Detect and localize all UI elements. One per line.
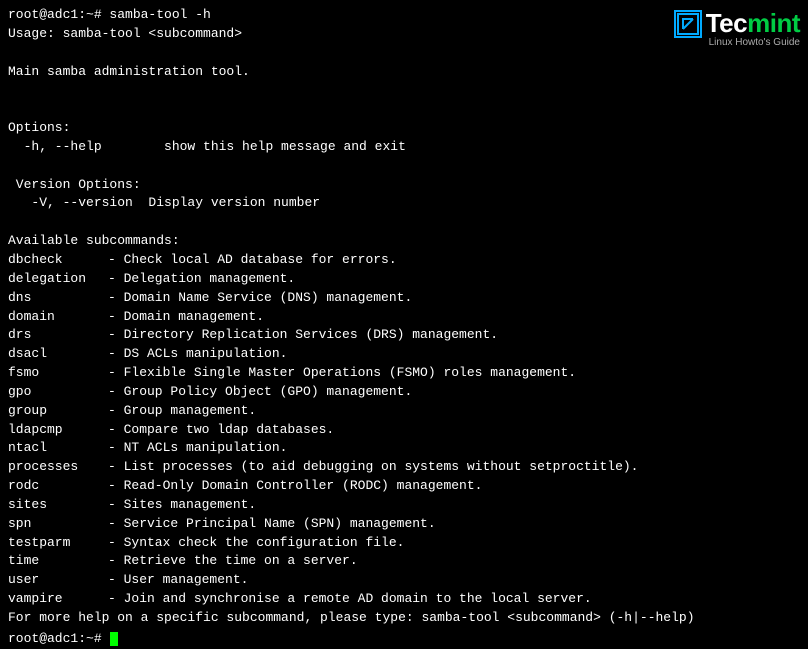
subcommand-desc: - Domain management.: [108, 308, 264, 327]
list-item: gpo - Group Policy Object (GPO) manageme…: [8, 383, 800, 402]
list-item: group - Group management.: [8, 402, 800, 421]
version-header: Version Options:: [8, 176, 800, 195]
subcommand-name: dbcheck: [8, 251, 108, 270]
list-item: domain - Domain management.: [8, 308, 800, 327]
subcommand-desc: - Delegation management.: [108, 270, 295, 289]
list-item: fsmo - Flexible Single Master Operations…: [8, 364, 800, 383]
version-option: -V, --version Display version number: [8, 194, 800, 213]
subcommand-desc: - Domain Name Service (DNS) management.: [108, 289, 412, 308]
option-help: -h, --help show this help message and ex…: [8, 138, 800, 157]
logo-icon: [674, 10, 702, 38]
list-item: sites - Sites management.: [8, 496, 800, 515]
subcommand-name: ntacl: [8, 439, 108, 458]
subcommand-desc: - Flexible Single Master Operations (FSM…: [108, 364, 576, 383]
list-item: time - Retrieve the time on a server.: [8, 552, 800, 571]
subcommand-desc: - Sites management.: [108, 496, 256, 515]
list-item: vampire - Join and synchronise a remote …: [8, 590, 800, 609]
subcommand-desc: - Group management.: [108, 402, 256, 421]
subcommand-name: spn: [8, 515, 108, 534]
blank-4: [8, 157, 800, 176]
subcommand-name: testparm: [8, 534, 108, 553]
subcommand-desc: - Directory Replication Services (DRS) m…: [108, 326, 498, 345]
subcommand-name: time: [8, 552, 108, 571]
prompt-line-2: root@adc1:~#: [8, 630, 800, 649]
list-item: testparm - Syntax check the configuratio…: [8, 534, 800, 553]
subcommand-name: delegation: [8, 270, 108, 289]
blank-5: [8, 213, 800, 232]
logo-subtitle: Linux Howto's Guide: [709, 37, 800, 48]
subcommand-desc: - Syntax check the configuration file.: [108, 534, 404, 553]
prompt-text-2: root@adc1:~#: [8, 630, 109, 649]
list-item: dbcheck - Check local AD database for er…: [8, 251, 800, 270]
logo: Tecmint Linux Howto's Guide: [674, 8, 800, 48]
subcommand-desc: - List processes (to aid debugging on sy…: [108, 458, 639, 477]
subcommand-desc: - Service Principal Name (SPN) managemen…: [108, 515, 436, 534]
options-header: Options:: [8, 119, 800, 138]
subcommand-desc: - Check local AD database for errors.: [108, 251, 397, 270]
subcommand-name: dsacl: [8, 345, 108, 364]
blank-2: [8, 81, 800, 100]
logo-tec: Tec: [706, 8, 747, 38]
list-item: delegation - Delegation management.: [8, 270, 800, 289]
blank-3: [8, 100, 800, 119]
cursor: [110, 632, 118, 646]
subcommand-name: fsmo: [8, 364, 108, 383]
subcommand-name: processes: [8, 458, 108, 477]
logo-icon-svg: [677, 13, 699, 35]
subcommand-name: gpo: [8, 383, 108, 402]
subcommands-list: dbcheck - Check local AD database for er…: [8, 251, 800, 609]
main-desc: Main samba administration tool.: [8, 63, 800, 82]
subcommand-desc: - Join and synchronise a remote AD domai…: [108, 590, 592, 609]
subcommand-name: domain: [8, 308, 108, 327]
subcommand-desc: - NT ACLs manipulation.: [108, 439, 287, 458]
subcommand-name: user: [8, 571, 108, 590]
list-item: processes - List processes (to aid debug…: [8, 458, 800, 477]
list-item: spn - Service Principal Name (SPN) manag…: [8, 515, 800, 534]
list-item: ntacl - NT ACLs manipulation.: [8, 439, 800, 458]
subcommand-desc: - User management.: [108, 571, 248, 590]
subcommand-name: vampire: [8, 590, 108, 609]
subcommand-desc: - DS ACLs manipulation.: [108, 345, 287, 364]
terminal: Tecmint Linux Howto's Guide root@adc1:~#…: [0, 0, 808, 601]
subcommand-desc: - Compare two ldap databases.: [108, 421, 334, 440]
subcommand-desc: - Retrieve the time on a server.: [108, 552, 358, 571]
available-header: Available subcommands:: [8, 232, 800, 251]
subcommand-name: rodc: [8, 477, 108, 496]
list-item: drs - Directory Replication Services (DR…: [8, 326, 800, 345]
list-item: user - User management.: [8, 571, 800, 590]
logo-brand: Tecmint: [706, 8, 800, 39]
list-item: rodc - Read-Only Domain Controller (RODC…: [8, 477, 800, 496]
list-item: dns - Domain Name Service (DNS) manageme…: [8, 289, 800, 308]
list-item: ldapcmp - Compare two ldap databases.: [8, 421, 800, 440]
help-line: For more help on a specific subcommand, …: [8, 609, 800, 628]
list-item: dsacl - DS ACLs manipulation.: [8, 345, 800, 364]
subcommand-desc: - Group Policy Object (GPO) management.: [108, 383, 412, 402]
subcommand-name: sites: [8, 496, 108, 515]
subcommand-name: ldapcmp: [8, 421, 108, 440]
subcommand-name: group: [8, 402, 108, 421]
subcommand-name: drs: [8, 326, 108, 345]
subcommand-name: dns: [8, 289, 108, 308]
logo-mint: mint: [747, 8, 800, 38]
subcommand-desc: - Read-Only Domain Controller (RODC) man…: [108, 477, 482, 496]
